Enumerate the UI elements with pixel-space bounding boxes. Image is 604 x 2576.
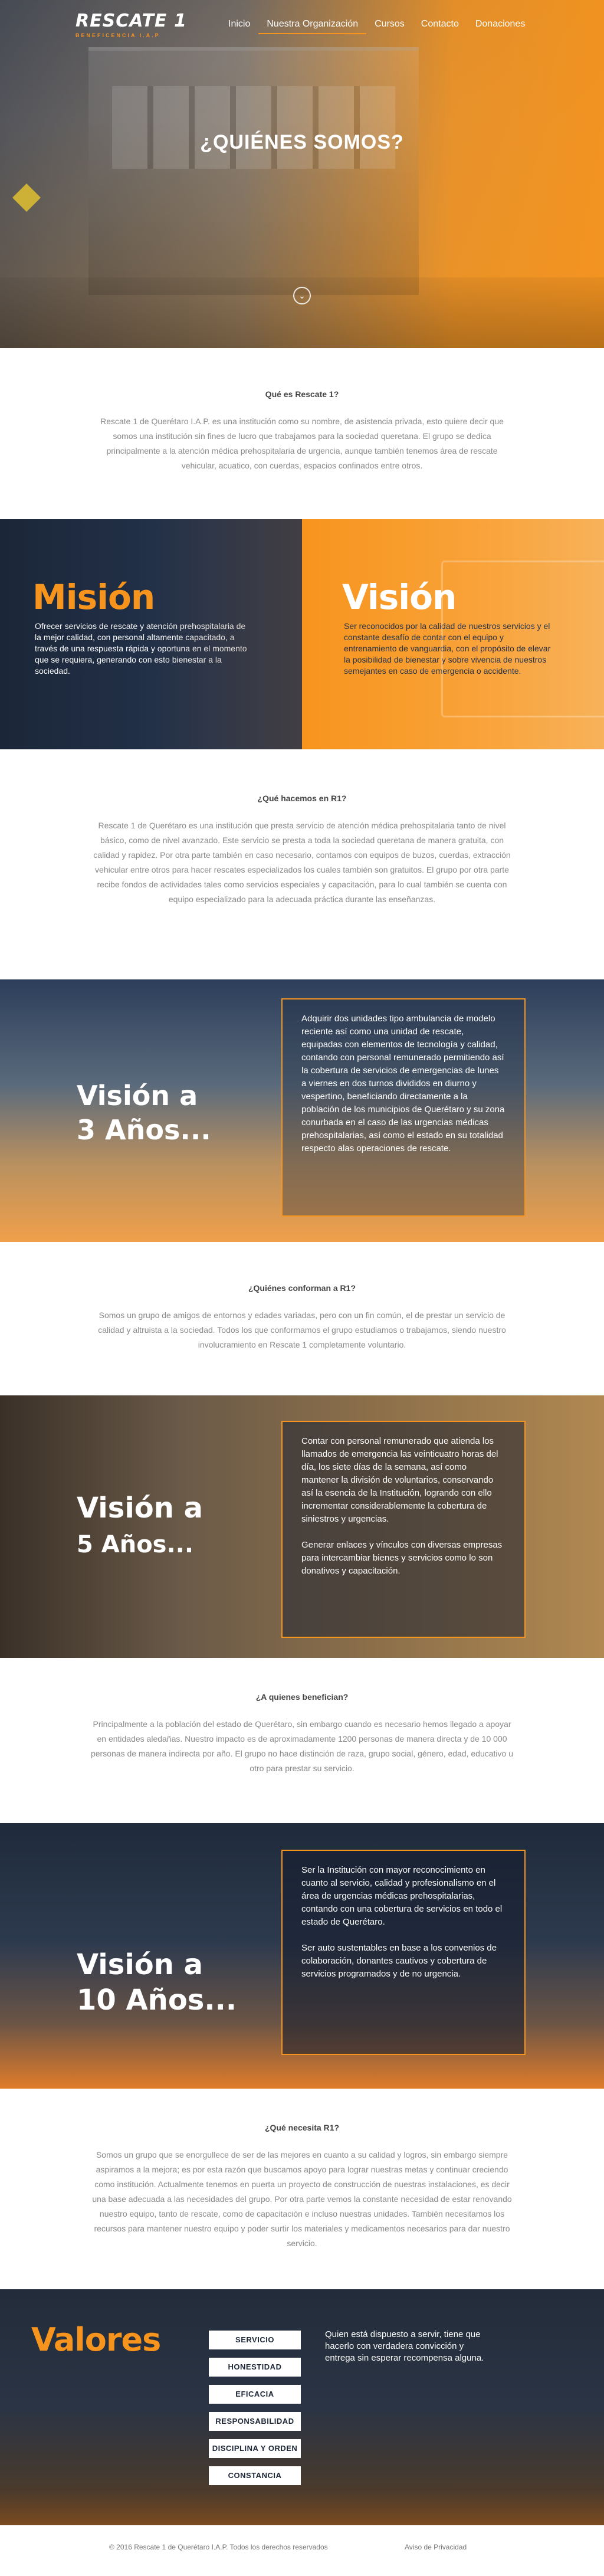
page-title-light: ¿QUIÉNES bbox=[200, 131, 307, 153]
mision-panel: Misión Ofrecer servicios de rescate y at… bbox=[0, 519, 302, 749]
vision-title: Visión bbox=[342, 577, 457, 617]
vision-10-text-1: Ser la Institución con mayor reconocimie… bbox=[301, 1865, 503, 1927]
vision-10-title-line2: 10 Años... bbox=[77, 1984, 237, 2017]
valores-title: Valores bbox=[31, 2321, 161, 2358]
vision-5-title-line2: 5 Años... bbox=[77, 1531, 194, 1558]
footer-copyright: © 2016 Rescate 1 de Querétaro I.A.P. Tod… bbox=[109, 2543, 328, 2551]
que-es-body: Rescate 1 de Querétaro I.A.P. es una ins… bbox=[100, 417, 504, 470]
road-sign-image bbox=[12, 183, 41, 212]
que-hacemos-heading: ¿Qué hacemos en R1? bbox=[257, 794, 347, 803]
valores-list: SERVICIO HONESTIDAD EFICACIA RESPONSABIL… bbox=[209, 2331, 301, 2493]
vision-3-title-line2: 3 Años... bbox=[77, 1114, 211, 1146]
menu-item-contacto[interactable]: Contacto bbox=[413, 19, 467, 34]
page-title-bold: SOMOS? bbox=[313, 131, 404, 153]
vision-10-text-2: Ser auto sustentables en base a los conv… bbox=[301, 1943, 497, 1979]
a-quienes-section: ¿A quienes benefician? Principalmente a … bbox=[0, 1658, 604, 1823]
que-necesita-body: Somos un grupo que se enorgullece de ser… bbox=[92, 2150, 512, 2248]
mision-title: Misión bbox=[32, 577, 155, 617]
valor-eficacia: EFICACIA bbox=[209, 2385, 301, 2404]
site-logo[interactable]: RESCATE 1 BENEFICENCIA I.A.P bbox=[76, 11, 187, 38]
quienes-conforman-section: ¿Quiénes conforman a R1? Somos un grupo … bbox=[0, 1242, 604, 1395]
menu-item-inicio[interactable]: Inicio bbox=[220, 19, 258, 34]
vision-10-section: Visión a 10 Años... Ser la Institución c… bbox=[0, 1823, 604, 2089]
mision-vision-section: Misión Ofrecer servicios de rescate y at… bbox=[0, 519, 604, 749]
valor-responsabilidad: RESPONSABILIDAD bbox=[209, 2412, 301, 2431]
quienes-conforman-body: Somos un grupo de amigos de entornos y e… bbox=[98, 1310, 506, 1349]
que-hacemos-section: ¿Qué hacemos en R1? Rescate 1 de Queréta… bbox=[0, 749, 604, 979]
hero-section: RESCATE 1 BENEFICENCIA I.A.P Inicio Nues… bbox=[0, 0, 604, 348]
vision-10-box: Ser la Institución con mayor reconocimie… bbox=[281, 1850, 526, 2055]
vision-5-title: Visión a 5 Años... bbox=[77, 1490, 203, 1563]
vision-5-text-2: Generar enlaces y vínculos con diversas … bbox=[301, 1540, 503, 1576]
top-navigation: RESCATE 1 BENEFICENCIA I.A.P Inicio Nues… bbox=[0, 0, 604, 53]
a-quienes-heading: ¿A quienes benefician? bbox=[255, 1692, 349, 1702]
chevron-down-icon[interactable]: ⌄ bbox=[293, 287, 311, 304]
vision-5-text-1: Contar con personal remunerado que atien… bbox=[301, 1436, 498, 1524]
vision-text: Ser reconocidos por la calidad de nuestr… bbox=[344, 621, 551, 676]
valor-disciplina-y-orden: DISCIPLINA Y ORDEN bbox=[209, 2439, 301, 2458]
valores-quote: Quien está dispuesto a servir, tiene que… bbox=[325, 2329, 484, 2363]
valores-section: Valores SERVICIO HONESTIDAD EFICACIA RES… bbox=[0, 2289, 604, 2525]
vision-3-box: Adquirir dos unidades tipo ambulancia de… bbox=[281, 998, 526, 1217]
logo-subtext: BENEFICENCIA I.A.P bbox=[76, 32, 160, 38]
vision-3-section: Visión a 3 Años... Adquirir dos unidades… bbox=[0, 979, 604, 1242]
main-menu: Inicio Nuestra Organización Cursos Conta… bbox=[220, 19, 533, 34]
que-necesita-heading: ¿Qué necesita R1? bbox=[264, 2123, 340, 2132]
logo-text: RESCATE 1 bbox=[76, 11, 187, 31]
menu-item-nuestra-organizacion[interactable]: Nuestra Organización bbox=[258, 19, 367, 34]
vision-3-title-line1: Visión a bbox=[77, 1080, 198, 1112]
site-footer: © 2016 Rescate 1 de Querétaro I.A.P. Tod… bbox=[0, 2525, 604, 2568]
vision-10-title: Visión a 10 Años... bbox=[77, 1947, 237, 2018]
valor-constancia: CONSTANCIA bbox=[209, 2466, 301, 2485]
quienes-conforman-heading: ¿Quiénes conforman a R1? bbox=[248, 1283, 356, 1293]
que-hacemos-body: Rescate 1 de Querétaro es una institució… bbox=[93, 821, 511, 904]
que-necesita-section: ¿Qué necesita R1? Somos un grupo que se … bbox=[0, 2089, 604, 2289]
que-es-heading: Qué es Rescate 1? bbox=[265, 389, 339, 399]
a-quienes-body: Principalmente a la población del estado… bbox=[90, 1719, 514, 1773]
hero-building-image bbox=[88, 47, 419, 295]
menu-item-donaciones[interactable]: Donaciones bbox=[467, 19, 534, 34]
vision-5-section: Visión a 5 Años... Contar con personal r… bbox=[0, 1395, 604, 1658]
vision-10-title-line1: Visión a bbox=[77, 1948, 203, 1981]
valor-servicio: SERVICIO bbox=[209, 2331, 301, 2349]
valor-honestidad: HONESTIDAD bbox=[209, 2358, 301, 2377]
mision-text: Ofrecer servicios de rescate y atención … bbox=[35, 621, 247, 676]
privacy-link[interactable]: Aviso de Privacidad bbox=[405, 2543, 467, 2551]
vision-3-text: Adquirir dos unidades tipo ambulancia de… bbox=[301, 1014, 505, 1153]
vision-5-box: Contar con personal remunerado que atien… bbox=[281, 1421, 526, 1638]
page-title: ¿QUIÉNES SOMOS? bbox=[0, 131, 604, 154]
menu-item-cursos[interactable]: Cursos bbox=[366, 19, 413, 34]
que-es-section: Qué es Rescate 1? Rescate 1 de Querétaro… bbox=[0, 348, 604, 519]
vision-3-title: Visión a 3 Años... bbox=[77, 1079, 211, 1147]
vision-5-title-line1: Visión a bbox=[77, 1492, 203, 1525]
vision-panel: Visión Ser reconocidos por la calidad de… bbox=[302, 519, 604, 749]
